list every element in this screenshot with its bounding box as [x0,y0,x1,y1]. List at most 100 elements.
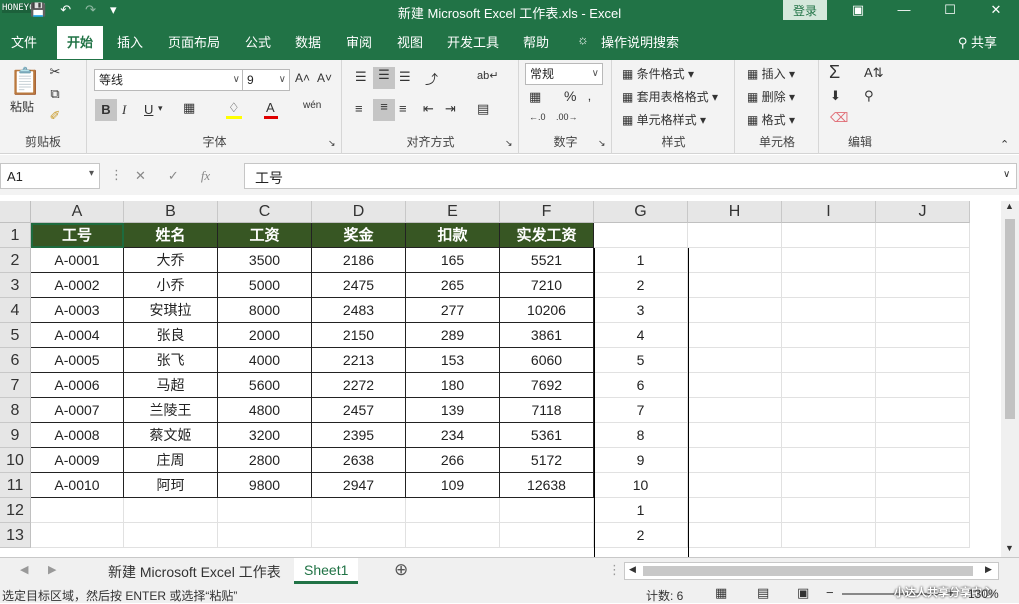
table-cell[interactable]: A-0009 [31,448,124,473]
insert-function-icon[interactable]: fx [201,168,210,184]
ribbon-display-icon[interactable]: ▣ [835,0,881,20]
tell-me-search[interactable]: 操作说明搜索 [601,32,679,51]
table-cell[interactable]: 4800 [218,398,312,423]
table-cell[interactable]: 2272 [312,373,406,398]
table-cell[interactable]: A-0001 [31,248,124,273]
cell[interactable] [688,348,782,373]
cell[interactable] [782,298,876,323]
tab-view[interactable]: 视图 [397,32,423,51]
scroll-down-icon[interactable]: ▼ [1005,543,1014,553]
column-g-cell[interactable]: 2 [594,273,688,298]
zoom-in-icon[interactable]: + [947,585,955,600]
autosum-icon[interactable]: Σ [829,62,840,83]
scroll-right-icon[interactable]: ▶ [985,564,992,575]
conditional-format-button[interactable]: ▦ 条件格式 ▾ [622,65,694,82]
scroll-left-icon[interactable]: ◀ [629,564,636,575]
cell[interactable] [594,223,688,248]
cell[interactable] [782,348,876,373]
table-header-cell[interactable]: 实发工资 [500,223,594,248]
table-cell[interactable]: 2000 [218,323,312,348]
merge-center-icon[interactable]: ▤ [477,101,489,117]
table-cell[interactable]: A-0005 [31,348,124,373]
row-header[interactable]: 11 [0,473,31,498]
cell[interactable] [876,323,970,348]
tab-page-layout[interactable]: 页面布局 [168,32,220,51]
row-header[interactable]: 12 [0,498,31,523]
cell[interactable] [218,523,312,548]
table-cell[interactable]: 4000 [218,348,312,373]
cell[interactable] [876,298,970,323]
table-cell[interactable]: 2150 [312,323,406,348]
sheet-tab-workbook[interactable]: 新建 Microsoft Excel 工作表 [98,558,291,584]
cell[interactable] [406,498,500,523]
cell[interactable] [876,523,970,548]
table-cell[interactable]: 蔡文姬 [124,423,218,448]
cell[interactable] [876,373,970,398]
table-cell[interactable]: 大乔 [124,248,218,273]
share-button[interactable]: ⚲ 共享 [958,32,997,51]
table-cell[interactable]: 265 [406,273,500,298]
table-cell[interactable]: 5600 [218,373,312,398]
row-header[interactable]: 10 [0,448,31,473]
fill-icon[interactable]: ⬇ [830,88,841,104]
cut-icon[interactable]: ✂ [46,64,64,80]
format-painter-icon[interactable]: ✐ [46,108,64,124]
name-box[interactable]: A1 ▾ [0,163,100,189]
table-cell[interactable]: A-0007 [31,398,124,423]
table-cell[interactable]: 5361 [500,423,594,448]
cell[interactable] [782,373,876,398]
column-g-cell[interactable]: 6 [594,373,688,398]
tab-file[interactable]: 文件 [11,32,37,51]
hscroll-thumb[interactable] [643,566,973,576]
table-cell[interactable]: 12638 [500,473,594,498]
cell[interactable] [124,498,218,523]
cell[interactable] [876,498,970,523]
comma-style-icon[interactable]: ‚ [588,88,591,103]
cell[interactable] [688,498,782,523]
cell[interactable] [876,473,970,498]
add-sheet-icon[interactable]: ⊕ [394,560,408,580]
cell[interactable] [782,423,876,448]
column-header[interactable]: E [406,201,500,223]
table-header-cell[interactable]: 奖金 [312,223,406,248]
wrap-text-icon[interactable]: ab↵ [477,69,498,82]
table-cell[interactable]: 2947 [312,473,406,498]
table-cell[interactable]: 6060 [500,348,594,373]
insert-cells-button[interactable]: ▦ 插入 ▾ [747,65,795,82]
cancel-icon[interactable]: ✕ [135,168,146,184]
column-g-cell[interactable]: 2 [594,523,688,548]
cell[interactable] [782,248,876,273]
table-cell[interactable]: 2475 [312,273,406,298]
prev-sheet-icon[interactable]: ◀ [20,563,28,576]
column-header[interactable]: C [218,201,312,223]
more-options-icon[interactable]: ⋮ [110,167,123,183]
table-header-cell[interactable]: 姓名 [124,223,218,248]
table-cell[interactable]: A-0006 [31,373,124,398]
row-header[interactable]: 7 [0,373,31,398]
cell[interactable] [688,323,782,348]
select-all-corner[interactable] [0,201,31,223]
table-cell[interactable]: 5000 [218,273,312,298]
table-cell[interactable]: 9800 [218,473,312,498]
table-cell[interactable]: 277 [406,298,500,323]
row-header[interactable]: 3 [0,273,31,298]
delete-cells-button[interactable]: ▦ 删除 ▾ [747,88,795,105]
cell[interactable] [688,523,782,548]
column-g-cell[interactable]: 7 [594,398,688,423]
sort-filter-icon[interactable]: A⇅ [864,65,884,81]
login-button[interactable]: 登录 [783,0,828,20]
table-cell[interactable]: 5521 [500,248,594,273]
table-cell[interactable]: 10206 [500,298,594,323]
minimize-icon[interactable]: — [881,0,927,20]
table-cell[interactable]: 180 [406,373,500,398]
font-size-select[interactable]: 9 ∨ [242,69,290,91]
table-cell[interactable]: 张良 [124,323,218,348]
percent-button[interactable]: % [564,88,576,104]
cell[interactable] [688,248,782,273]
cell[interactable] [782,473,876,498]
table-cell[interactable]: 153 [406,348,500,373]
tab-data[interactable]: 数据 [295,32,321,51]
italic-button[interactable]: I [122,102,126,118]
column-header[interactable]: D [312,201,406,223]
cell[interactable] [876,423,970,448]
